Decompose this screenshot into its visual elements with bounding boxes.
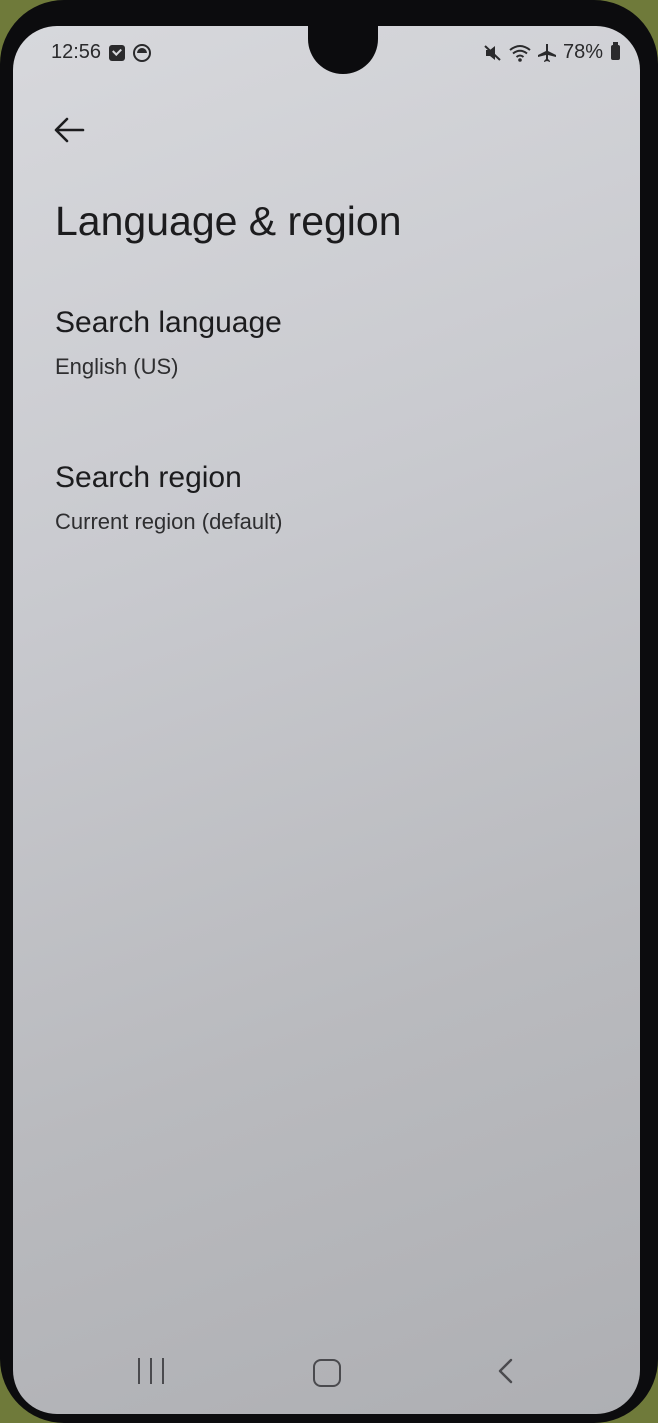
- page-title: Language & region: [55, 198, 402, 244]
- search-language-setting[interactable]: Search language English (US): [55, 306, 615, 380]
- setting-title: Search language: [55, 306, 282, 339]
- airplane-icon: [537, 43, 556, 62]
- battery-percentage: 78%: [562, 41, 603, 63]
- setting-value: Current region (default): [55, 509, 283, 534]
- back-icon[interactable]: [491, 1356, 521, 1386]
- arrow-left-icon[interactable]: [51, 110, 91, 150]
- status-right: 78%: [483, 41, 620, 64]
- status-bar: 12:56 78%: [13, 26, 640, 86]
- device-frame: 12:56 78% Language & region Search langu…: [0, 0, 658, 1423]
- checkbox-notification-icon: [109, 44, 126, 61]
- mute-icon: [484, 44, 501, 61]
- status-time: 12:56: [51, 41, 102, 63]
- setting-title: Search region: [55, 461, 242, 494]
- search-region-setting[interactable]: Search region Current region (default): [55, 461, 615, 535]
- battery-icon: [611, 42, 620, 60]
- setting-value: English (US): [55, 354, 179, 379]
- screen: 12:56 78% Language & region Search langu…: [13, 26, 640, 1414]
- home-icon[interactable]: [313, 1359, 341, 1387]
- circle-notification-icon: [133, 43, 152, 62]
- status-left: 12:56: [51, 41, 152, 64]
- navigation-bar: [13, 1334, 640, 1414]
- recents-icon[interactable]: [138, 1358, 164, 1384]
- wifi-icon: [509, 44, 531, 62]
